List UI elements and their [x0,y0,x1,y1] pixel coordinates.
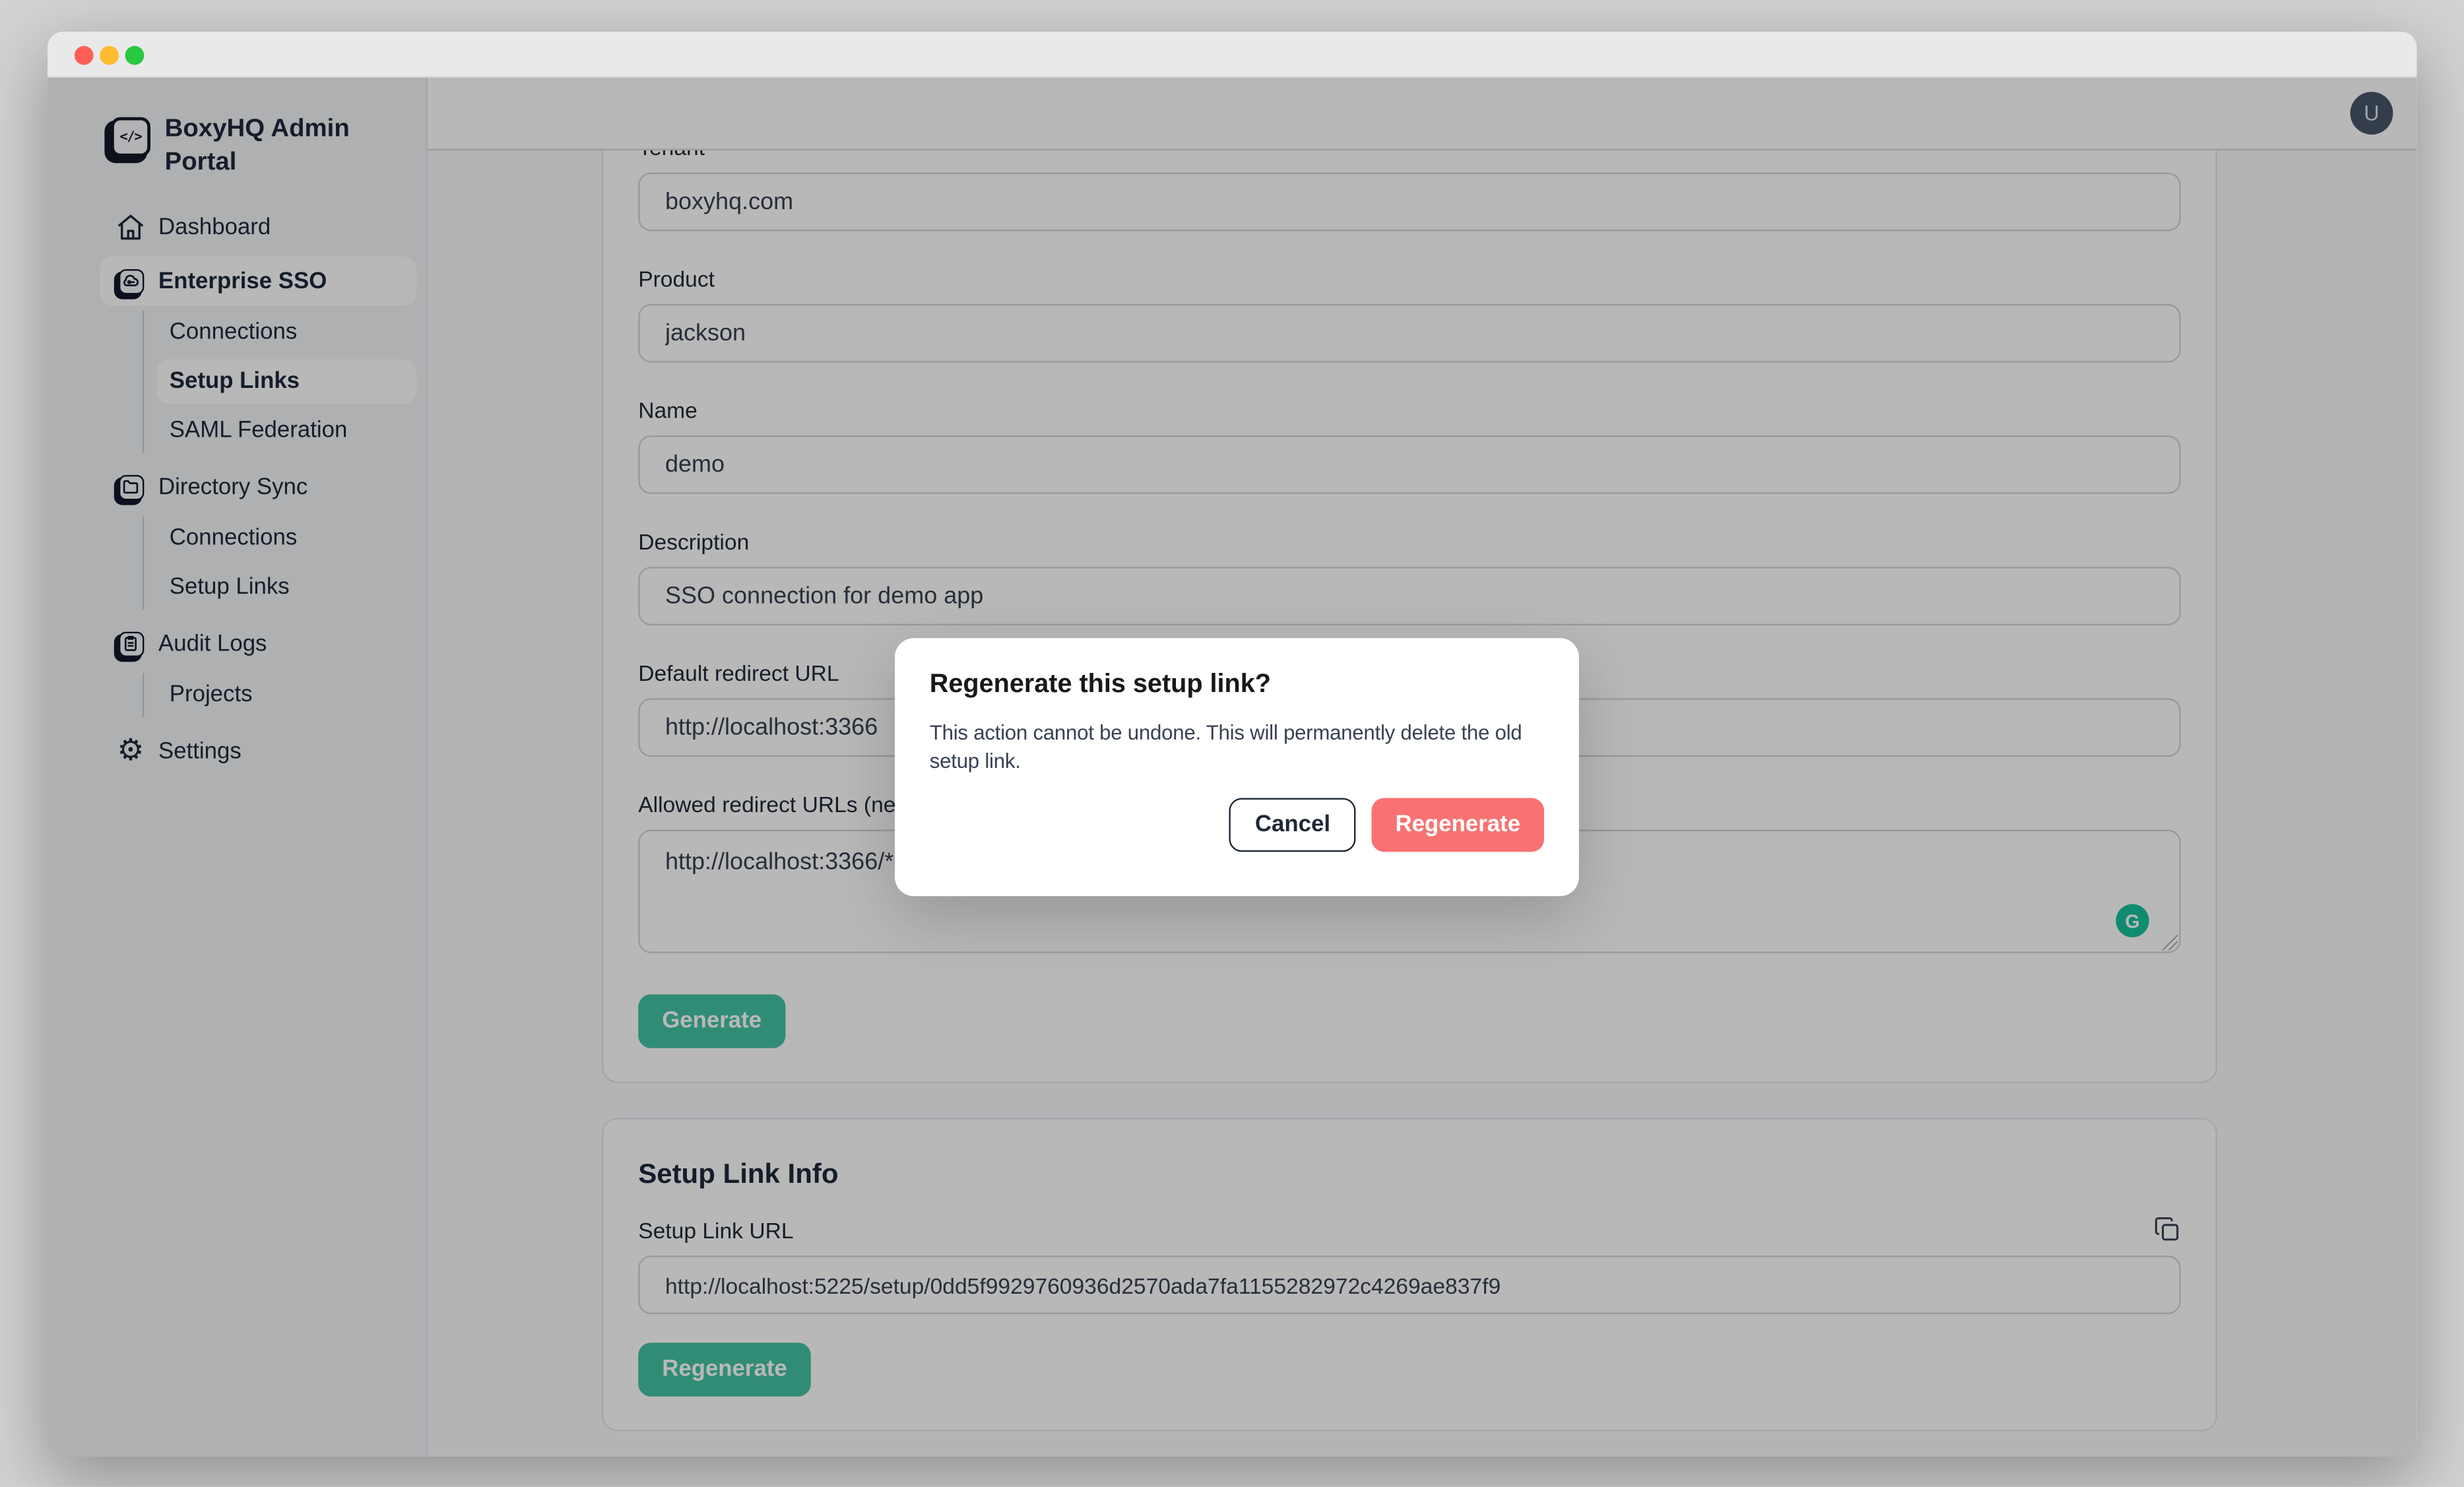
regenerate-confirm-dialog: Regenerate this setup link? This action … [895,638,1579,896]
cancel-button[interactable]: Cancel [1229,798,1355,852]
zoom-window-button[interactable] [125,45,145,64]
dialog-body: This action cannot be undone. This will … [930,719,1544,775]
dialog-title: Regenerate this setup link? [930,670,1544,700]
app-window: </> BoxyHQ Admin Portal Dashboard [48,32,2416,1457]
window-titlebar [48,32,2416,78]
confirm-regenerate-button[interactable]: Regenerate [1371,798,1544,852]
minimize-window-button[interactable] [100,45,119,64]
close-window-button[interactable] [75,45,94,64]
screen: </> BoxyHQ Admin Portal Dashboard [0,0,2464,1487]
app-viewport: </> BoxyHQ Admin Portal Dashboard [48,78,2416,1457]
